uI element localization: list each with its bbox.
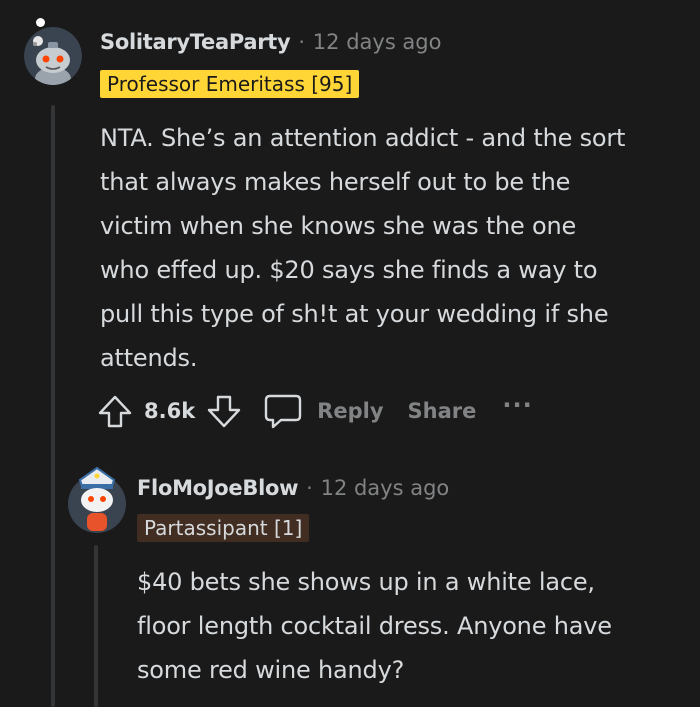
- comment1-body: NTA. She’s an attention addict - and the…: [100, 116, 690, 380]
- comment2-body-line: some red wine handy?: [137, 656, 405, 684]
- comment1-body-line: that always makes herself out to be the: [100, 168, 571, 196]
- more-options-icon[interactable]: ···: [502, 391, 532, 419]
- comment2-user-flair: Partassipant [1]: [137, 514, 310, 542]
- comment1-separator: ·: [298, 30, 305, 54]
- snoo-avatar-icon: [24, 27, 82, 85]
- upvote-arrow-icon[interactable]: [96, 392, 134, 430]
- comment1-meta: SolitaryTeaParty · 12 days ago: [100, 30, 441, 54]
- user-avatar[interactable]: [68, 466, 126, 534]
- comment-bubble-icon[interactable]: [263, 392, 303, 430]
- comment1-user-flair: Professor Emeritass [95]: [100, 70, 360, 98]
- comment2-username[interactable]: FloMoJoeBlow: [137, 476, 299, 500]
- comment2-meta: FloMoJoeBlow · 12 days ago: [137, 476, 449, 500]
- share-button[interactable]: Share: [408, 399, 477, 423]
- reply-button[interactable]: Reply: [317, 399, 383, 423]
- comment2-body-line: floor length cocktail dress. Anyone have: [137, 612, 612, 640]
- thread-line-comment2[interactable]: [94, 545, 98, 707]
- comment1-body-line: attends.: [100, 344, 198, 372]
- downvote-arrow-icon[interactable]: [205, 392, 243, 430]
- avatar-badge-dot: [36, 18, 45, 27]
- comment1-body-line: NTA. She’s an attention addict - and the…: [100, 124, 626, 152]
- comment1-body-line: who effed up. $20 says she finds a way t…: [100, 256, 598, 284]
- comment2-body: $40 bets she shows up in a white lace, f…: [137, 560, 692, 692]
- thread-line-comment1[interactable]: [51, 105, 55, 707]
- comment1-username[interactable]: SolitaryTeaParty: [100, 30, 291, 54]
- user-avatar[interactable]: [24, 27, 82, 85]
- comment2-body-line: $40 bets she shows up in a white lace,: [137, 568, 595, 596]
- comment1-body-line: pull this type of sh!t at your wedding i…: [100, 300, 609, 328]
- comment1-timestamp[interactable]: 12 days ago: [313, 30, 442, 54]
- comment1-body-line: victim when she knows she was the one: [100, 212, 577, 240]
- comment2-separator: ·: [306, 476, 313, 500]
- comment2-timestamp[interactable]: 12 days ago: [321, 476, 450, 500]
- vote-count: 8.6k: [144, 399, 196, 423]
- comment1-action-bar: 8.6k Reply Share ···: [96, 390, 533, 432]
- snoo-avatar-icon: [68, 466, 126, 533]
